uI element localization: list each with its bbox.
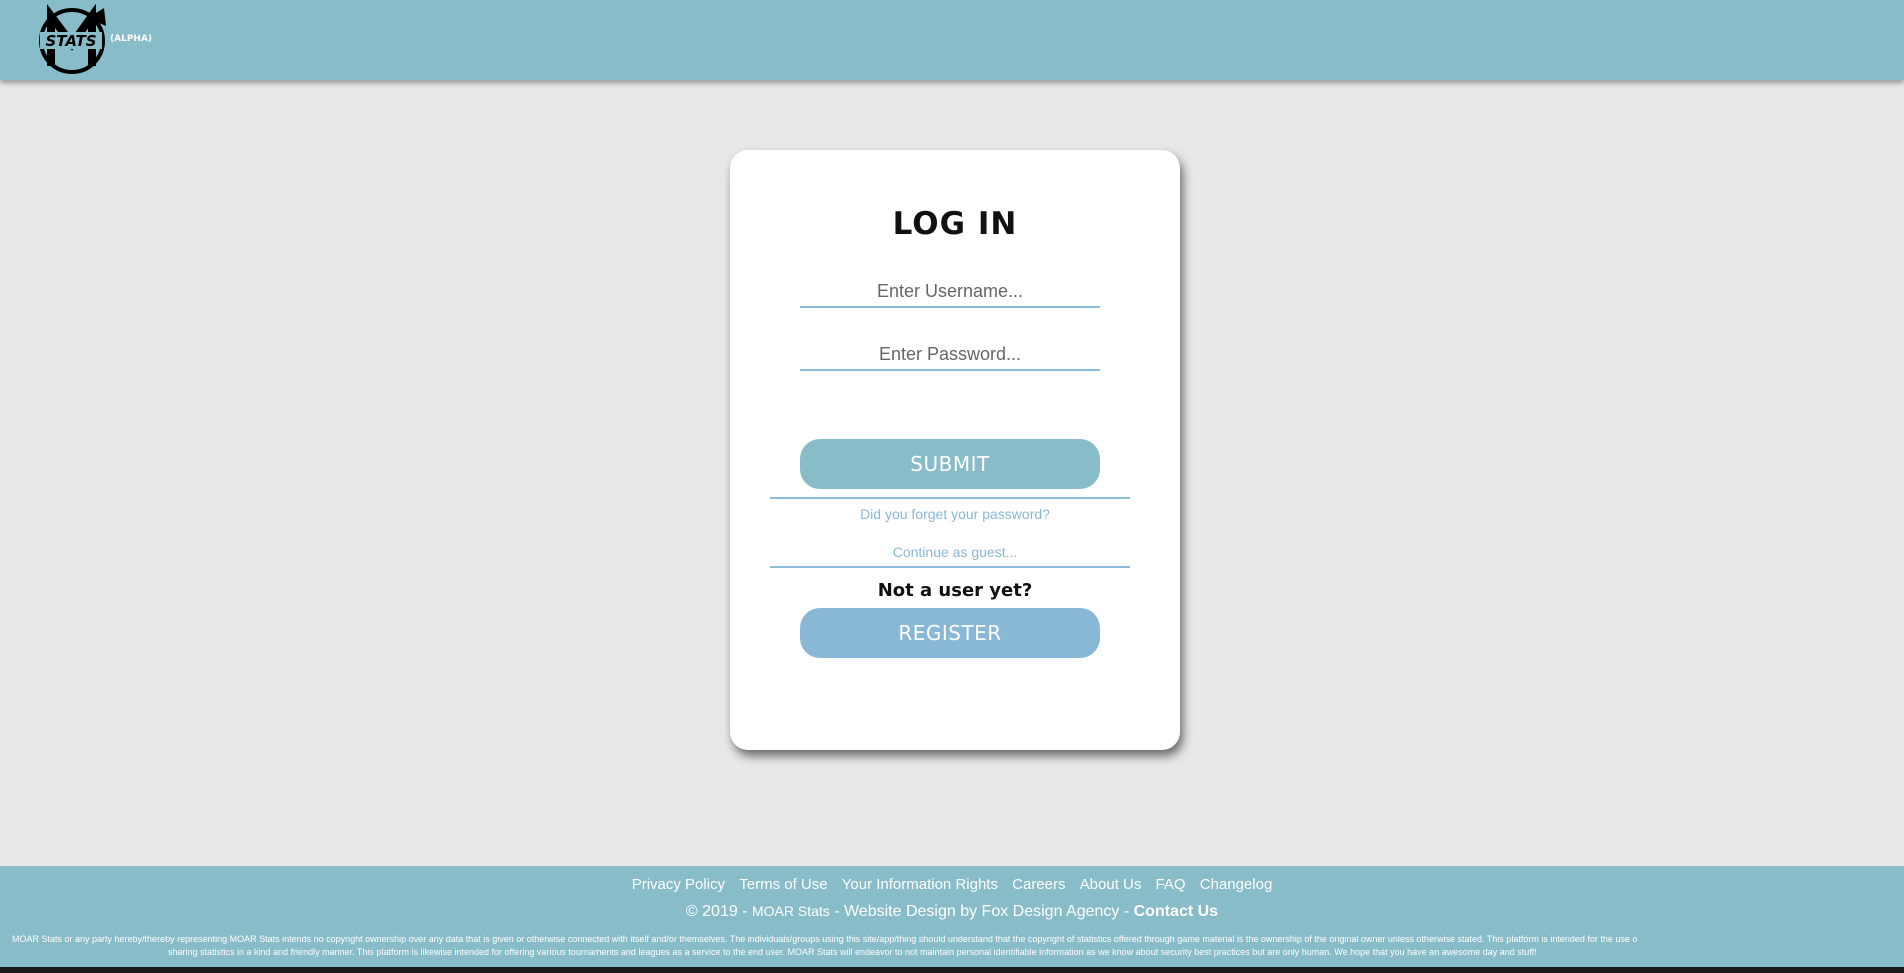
- footer-link-changelog[interactable]: Changelog: [1200, 876, 1273, 893]
- site-footer: Privacy Policy Terms of Use Your Informa…: [0, 866, 1904, 967]
- footer-copyright: © 2019 - MOAR Stats - Website Design by …: [0, 903, 1904, 921]
- continue-as-guest-link[interactable]: Continue as guest...: [730, 544, 1180, 560]
- footer-link-terms-of-use[interactable]: Terms of Use: [739, 876, 827, 893]
- contact-us-link[interactable]: Contact Us: [1134, 903, 1218, 920]
- login-title: LOG IN: [892, 206, 1018, 242]
- password-input[interactable]: [800, 339, 1100, 371]
- logo-text: STATS: [45, 32, 96, 50]
- footer-link-faq[interactable]: FAQ: [1156, 876, 1186, 893]
- footer-disclaimer: MOAR Stats or any party hereby/thereby r…: [12, 933, 1904, 959]
- footer-link-information-rights[interactable]: Your Information Rights: [842, 876, 998, 893]
- copyright-prefix: © 2019 -: [685, 903, 748, 920]
- disclaimer-line: sharing statistics in a kind and friendl…: [168, 947, 1537, 957]
- footer-link-careers[interactable]: Careers: [1012, 876, 1065, 893]
- forgot-password-link[interactable]: Did you forget your password?: [730, 506, 1180, 522]
- bottom-bar: [0, 967, 1904, 973]
- site-header: STATS (ALPHA): [0, 0, 1904, 80]
- footer-nav: Privacy Policy Terms of Use Your Informa…: [0, 876, 1904, 893]
- copyright-credit: - Website Design by Fox Design Agency -: [834, 903, 1130, 920]
- submit-button[interactable]: SUBMIT: [800, 439, 1100, 489]
- divider: [770, 566, 1130, 568]
- brand-name: MOAR Stats: [751, 903, 830, 919]
- footer-link-privacy-policy[interactable]: Privacy Policy: [632, 876, 725, 893]
- divider: [770, 497, 1130, 499]
- username-input[interactable]: [800, 276, 1100, 308]
- alpha-tag: (ALPHA): [110, 34, 153, 44]
- footer-link-about-us[interactable]: About Us: [1080, 876, 1142, 893]
- register-button[interactable]: REGISTER: [800, 608, 1100, 658]
- disclaimer-line: MOAR Stats or any party hereby/thereby r…: [12, 934, 1638, 944]
- login-card: LOG IN SUBMIT Did you forget your passwo…: [730, 150, 1180, 750]
- not-a-user-label: Not a user yet?: [877, 580, 1033, 601]
